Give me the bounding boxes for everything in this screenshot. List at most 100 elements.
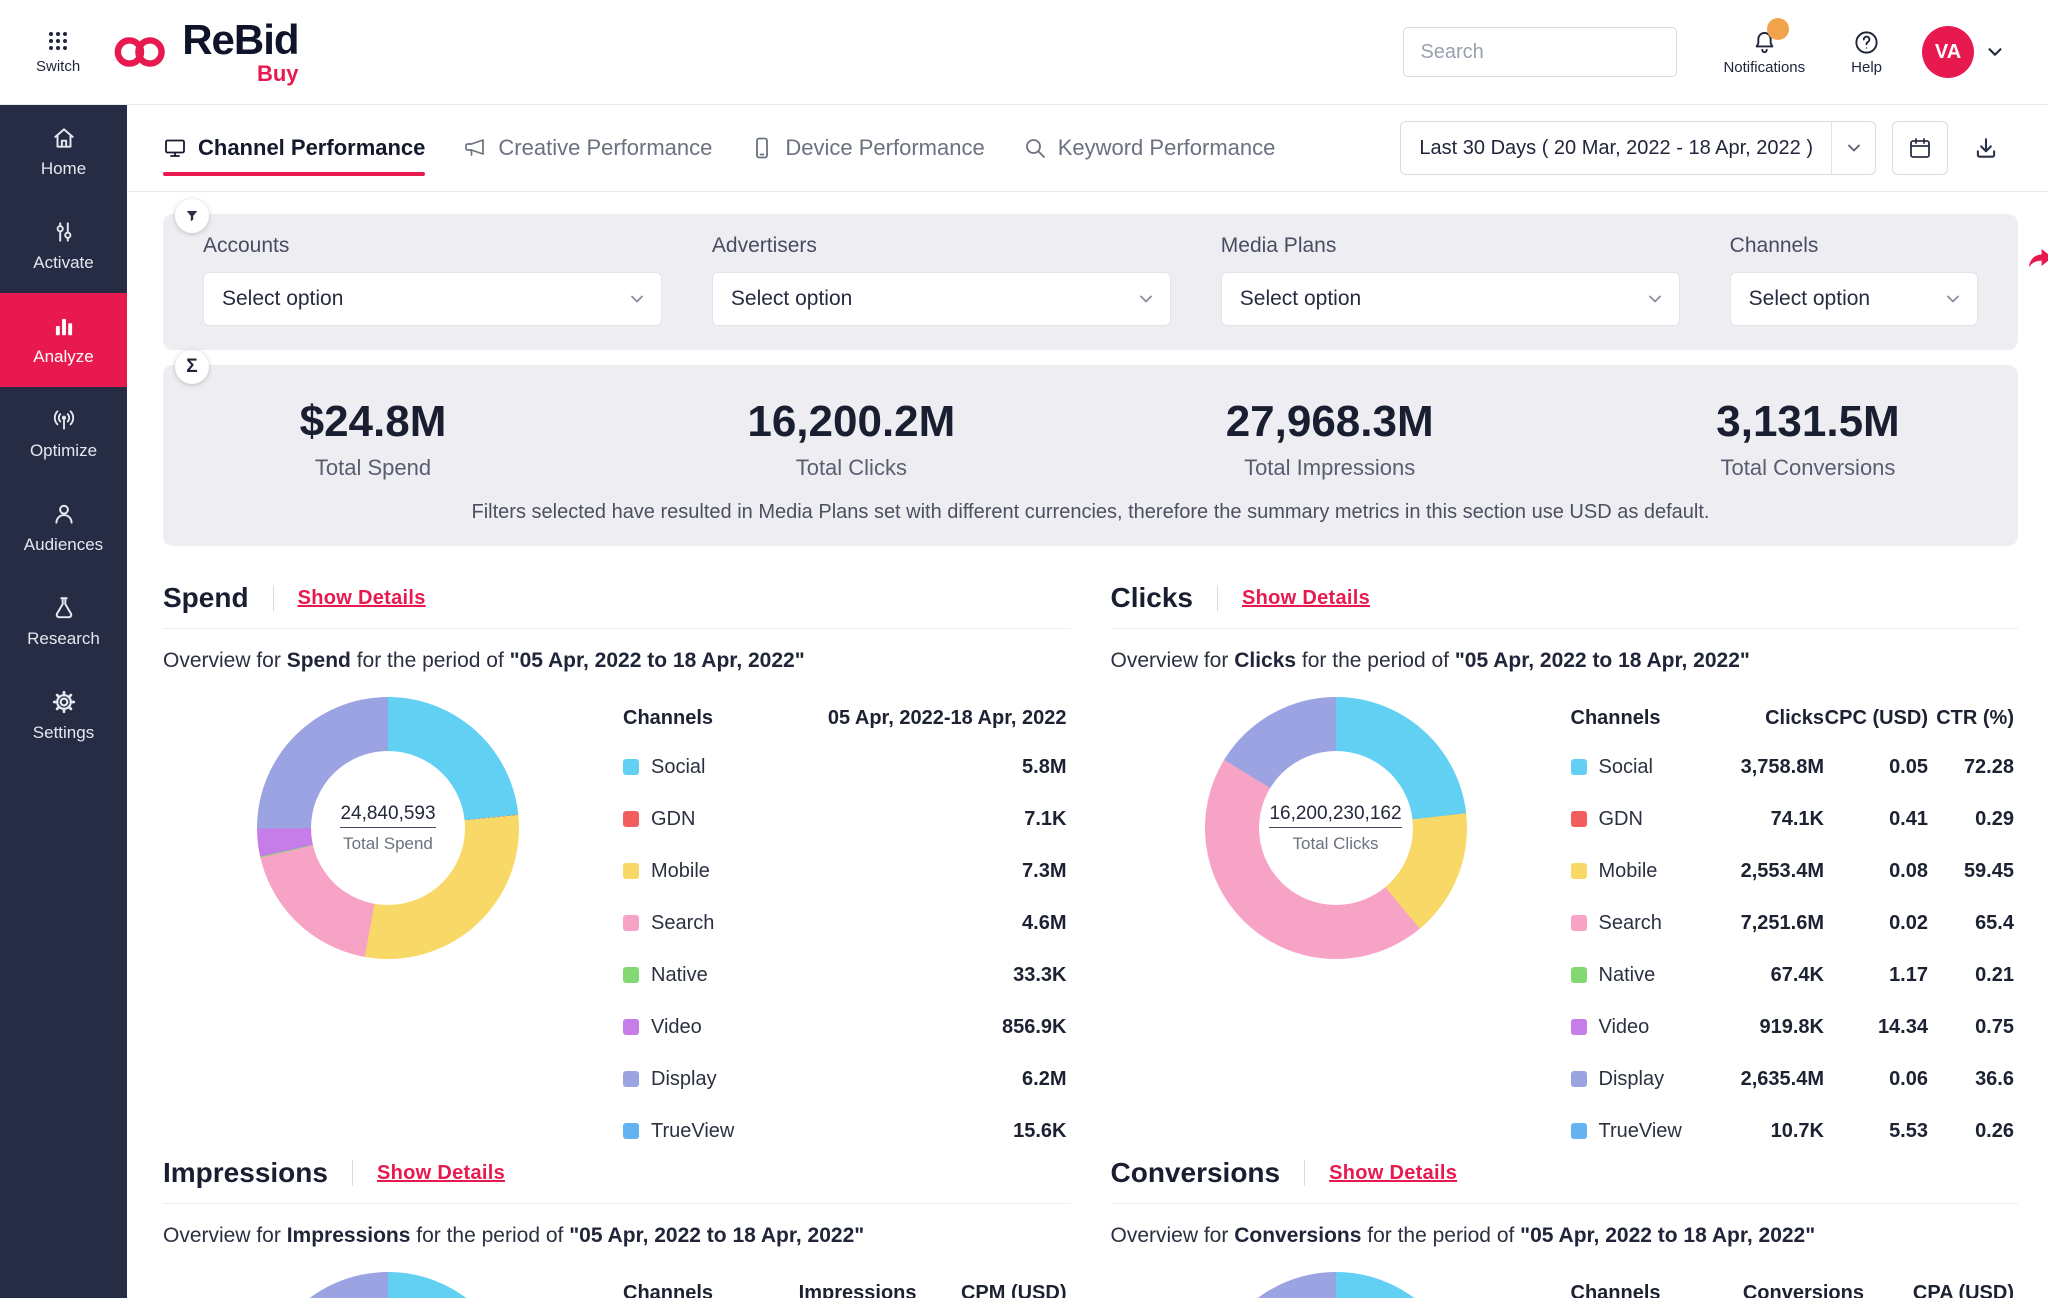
cell-value: 33.3K — [757, 964, 1067, 987]
cell-value: 7,251.6M — [1706, 912, 1824, 935]
filter-field: Accounts Select option — [203, 234, 662, 326]
show-details-link[interactable]: Show Details — [1329, 1162, 1457, 1185]
tab-channel-performance[interactable]: Channel Performance — [163, 105, 425, 191]
search-input[interactable] — [1403, 27, 1677, 77]
cell-value: 74.1K — [1706, 808, 1824, 831]
table-row: Video 856.9K — [623, 1001, 1067, 1053]
sidebar-item-label: Analyze — [33, 347, 93, 367]
cell-value: 65.4 — [1928, 912, 2014, 935]
filter-select[interactable]: Select option — [203, 272, 662, 326]
sidebar-item-home[interactable]: Home — [0, 105, 127, 199]
overview-line: Overview for Conversions for the period … — [1111, 1224, 2019, 1248]
overview-mid: for the period of — [351, 649, 510, 672]
donut-center-value[interactable]: 24,840,593 — [340, 803, 435, 828]
tab-device-performance[interactable]: Device Performance — [750, 105, 984, 191]
impressions-table: Channels Impressions CPM (USD) — [613, 1256, 1071, 1298]
channel-label: Video — [651, 1016, 702, 1039]
share-icon[interactable] — [2022, 244, 2048, 274]
section-title: Clicks — [1111, 582, 1194, 614]
tab-label: Channel Performance — [198, 135, 425, 161]
column-header: CPM (USD) — [917, 1282, 1067, 1298]
cell-value: 15.6K — [757, 1120, 1067, 1143]
tab-creative-performance[interactable]: Creative Performance — [463, 105, 712, 191]
brand-name: ReBid — [182, 19, 298, 61]
help-button[interactable]: Help — [1851, 29, 1882, 76]
table-row: Social 5.8M — [623, 741, 1067, 793]
spend-donut-chart[interactable]: 24,840,593 Total Spend — [257, 697, 519, 959]
table-header-row: Channels Impressions CPM (USD) — [623, 1270, 1067, 1298]
show-details-link[interactable]: Show Details — [1242, 587, 1370, 610]
overview-period: "05 Apr, 2022 to 18 Apr, 2022" — [510, 649, 805, 672]
tab-bar: Channel Performance Creative Performance… — [127, 105, 2048, 192]
avatar[interactable]: VA — [1922, 26, 1974, 78]
legend-swatch — [623, 811, 639, 827]
chevron-down-icon[interactable] — [1984, 41, 2006, 63]
daterange-dropdown[interactable]: Last 30 Days ( 20 Mar, 2022 - 18 Apr, 20… — [1400, 121, 1876, 175]
column-header: Channels — [1571, 707, 1707, 730]
filter-label: Media Plans — [1221, 234, 1680, 258]
table-row: Mobile 7.3M — [623, 845, 1067, 897]
notifications-button[interactable]: Notifications — [1723, 29, 1805, 76]
metric-label: Total Clicks — [711, 455, 991, 481]
legend-swatch — [623, 759, 639, 775]
legend-swatch — [1571, 1071, 1587, 1087]
column-header: CTR (%) — [1928, 707, 2014, 730]
legend-swatch — [623, 1071, 639, 1087]
filter-select[interactable]: Select option — [1730, 272, 1978, 326]
filter-field: Media Plans Select option — [1221, 234, 1680, 326]
overview-line: Overview for Clicks for the period of "0… — [1111, 649, 2019, 673]
home-icon — [51, 125, 77, 151]
main-area: Channel Performance Creative Performance… — [127, 105, 2048, 1298]
cell-value: 0.29 — [1928, 808, 2014, 831]
show-details-link[interactable]: Show Details — [298, 587, 426, 610]
sidebar-item-label: Settings — [33, 723, 94, 743]
overview-metric: Spend — [287, 649, 351, 672]
sidebar-item-audiences[interactable]: Audiences — [0, 481, 127, 575]
channel-label: Search — [651, 912, 714, 935]
filter-select[interactable]: Select option — [712, 272, 1171, 326]
channel-label: GDN — [1599, 808, 1643, 831]
channel-label: Native — [651, 964, 708, 987]
daterange-label: Last 30 Days ( 20 Mar, 2022 - 18 Apr, 20… — [1401, 137, 1831, 160]
legend-swatch — [1571, 759, 1587, 775]
conversions-donut-chart[interactable] — [1205, 1272, 1467, 1298]
table-row: Mobile 2,553.4M 0.08 59.45 — [1571, 845, 2015, 897]
cell-value: 0.02 — [1824, 912, 1928, 935]
sidebar-item-research[interactable]: Research — [0, 575, 127, 669]
column-header: Conversions — [1669, 1282, 1864, 1298]
sidebar-item-analyze[interactable]: Analyze — [0, 293, 127, 387]
app-switcher-button[interactable]: Switch — [36, 29, 80, 75]
tab-keyword-performance[interactable]: Keyword Performance — [1023, 105, 1276, 191]
megaphone-icon — [463, 136, 487, 160]
channel-label: Video — [1599, 1016, 1650, 1039]
flask-icon — [51, 595, 77, 621]
column-header: Channels — [623, 1282, 722, 1298]
cell-value: 856.9K — [757, 1016, 1067, 1039]
channel-label: Mobile — [1599, 860, 1658, 883]
sidebar-item-activate[interactable]: Activate — [0, 199, 127, 293]
show-details-link[interactable]: Show Details — [377, 1162, 505, 1185]
person-icon — [51, 501, 77, 527]
clicks-donut-chart[interactable]: 16,200,230,162 Total Clicks — [1205, 697, 1467, 959]
column-header: 05 Apr, 2022-18 Apr, 2022 — [757, 707, 1067, 730]
table-row: Display 6.2M — [623, 1053, 1067, 1105]
filter-select[interactable]: Select option — [1221, 272, 1680, 326]
overview-pre: Overview for — [1111, 649, 1235, 672]
impressions-donut-chart[interactable] — [257, 1272, 519, 1298]
donut-center-value[interactable]: 16,200,230,162 — [1269, 803, 1401, 828]
summary-metric: 3,131.5M Total Conversions — [1668, 397, 1948, 481]
calendar-button[interactable] — [1892, 121, 1948, 175]
cell-value: 0.75 — [1928, 1016, 2014, 1039]
sidebar-item-optimize[interactable]: Optimize — [0, 387, 127, 481]
card-header: Conversions Show Details — [1111, 1157, 2019, 1204]
column-header: Channels — [1571, 1282, 1670, 1298]
column-header: CPA (USD) — [1864, 1282, 2014, 1298]
sidebar-item-label: Optimize — [30, 441, 97, 461]
download-button[interactable] — [1964, 121, 2008, 175]
spend-card: Spend Show Details Overview for Spend fo… — [163, 582, 1071, 1157]
sidebar-item-settings[interactable]: Settings — [0, 669, 127, 763]
section-title: Impressions — [163, 1157, 328, 1189]
overview-mid: for the period of — [1296, 649, 1455, 672]
cell-value: 36.6 — [1928, 1068, 2014, 1091]
table-row: Search 7,251.6M 0.02 65.4 — [1571, 897, 2015, 949]
